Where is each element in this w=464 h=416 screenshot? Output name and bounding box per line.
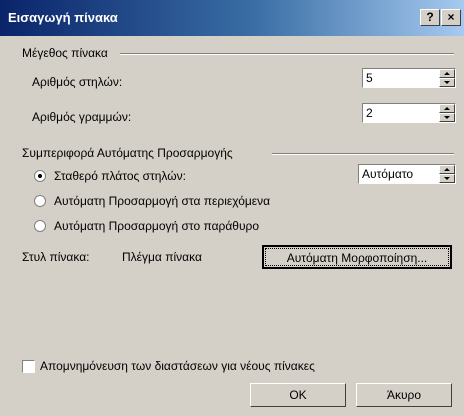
insert-table-dialog: Εισαγωγή πίνακα ? × Μέγεθος πίνακα Αριθμ…: [0, 0, 464, 416]
rows-label: Αριθμός γραμμών:: [32, 110, 132, 124]
title-bar: Εισαγωγή πίνακα ? ×: [0, 0, 464, 36]
table-size-group-label: Μέγεθος πίνακα: [22, 46, 108, 60]
dialog-title: Εισαγωγή πίνακα: [8, 10, 118, 25]
autofit-contents-radio[interactable]: [34, 195, 46, 207]
close-button[interactable]: ×: [441, 9, 461, 26]
autofit-window-radio[interactable]: [34, 220, 46, 232]
cancel-button[interactable]: Άκυρο: [356, 383, 452, 407]
rows-spinbox[interactable]: 2: [362, 103, 456, 123]
autoformat-button[interactable]: Αυτόματη Μορφοποίηση...: [262, 245, 452, 269]
rows-spin-up-icon[interactable]: [439, 104, 455, 113]
fixed-width-spinbox[interactable]: Αυτόματο: [358, 164, 456, 184]
help-button[interactable]: ?: [420, 9, 440, 26]
columns-spin-up-icon[interactable]: [439, 69, 455, 78]
columns-value: 5: [366, 71, 373, 85]
table-style-value: Πλέγμα πίνακα: [122, 250, 202, 264]
remember-dimensions-checkbox[interactable]: [22, 360, 35, 373]
autofit-window-label[interactable]: Αυτόματη Προσαρμογή στο παράθυρο: [54, 219, 259, 233]
columns-spinner[interactable]: [439, 69, 455, 87]
rows-spinner[interactable]: [439, 104, 455, 122]
columns-label: Αριθμός στηλών:: [32, 75, 123, 89]
remember-dimensions-label[interactable]: Απομνημόνευση των διαστάσεων για νέους π…: [40, 359, 315, 373]
fixed-width-spin-up-icon[interactable]: [439, 165, 455, 174]
fixed-width-spin-down-icon[interactable]: [439, 174, 455, 183]
fixed-width-label[interactable]: Σταθερό πλάτος στηλών:: [54, 169, 186, 183]
columns-spinbox[interactable]: 5: [362, 68, 456, 88]
autofit-contents-label[interactable]: Αυτόματη Προσαρμογή στα περιεχόμενα: [54, 194, 270, 208]
columns-spin-down-icon[interactable]: [439, 78, 455, 87]
rows-spin-down-icon[interactable]: [439, 113, 455, 122]
rows-value: 2: [366, 106, 373, 120]
table-size-divider: [120, 53, 454, 55]
table-style-label: Στυλ πίνακα:: [22, 250, 90, 264]
autofit-group-label: Συμπεριφορά Αυτόματης Προσαρμογής: [22, 146, 233, 160]
fixed-width-radio[interactable]: [34, 170, 46, 182]
fixed-width-spinner[interactable]: [439, 165, 455, 183]
ok-button[interactable]: OK: [250, 383, 346, 407]
fixed-width-value: Αυτόματο: [362, 167, 414, 181]
autofit-divider: [272, 153, 454, 155]
